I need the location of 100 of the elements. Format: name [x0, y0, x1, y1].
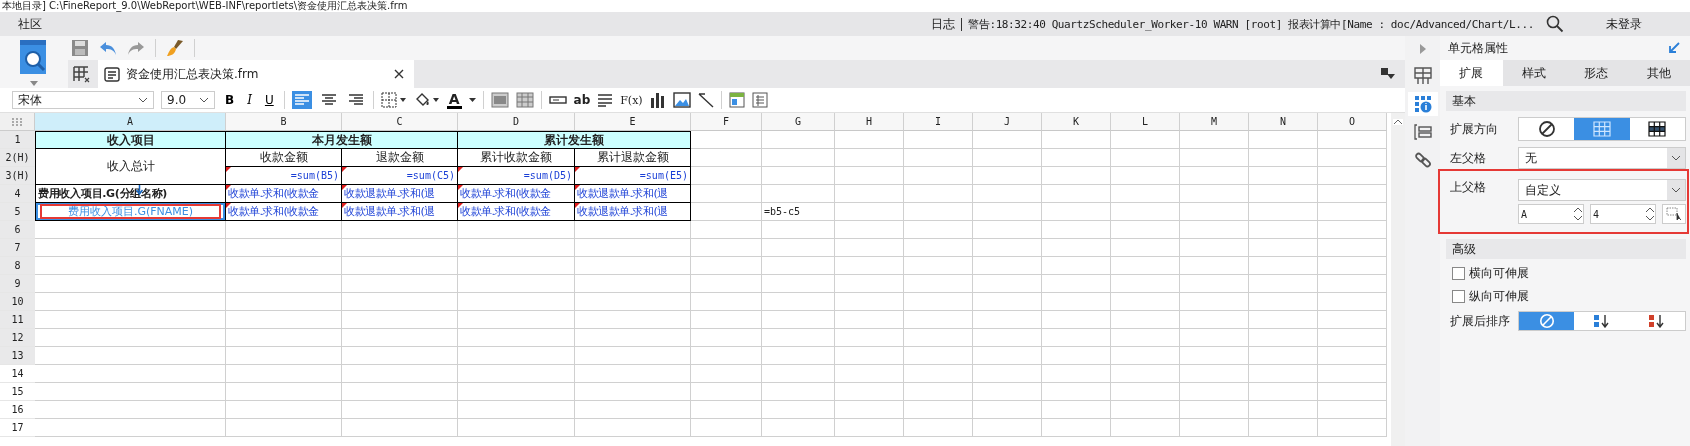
empty-cell	[1042, 149, 1111, 167]
sort-none-button[interactable]	[1519, 312, 1575, 330]
panel-tab[interactable]: 样式	[1502, 60, 1565, 86]
checkbox-label[interactable]: 纵向可伸展	[1469, 288, 1529, 305]
cell-attributes-tab[interactable]	[1407, 92, 1438, 116]
formula-button[interactable]: F(x)	[620, 93, 643, 107]
checkbox-label[interactable]: 横向可伸展	[1469, 265, 1529, 282]
expand-direction-control[interactable]	[1518, 117, 1686, 141]
column-header[interactable]: B	[226, 113, 342, 131]
left-parent-select[interactable]: 无	[1518, 147, 1686, 169]
section-header[interactable]: 高级	[1446, 239, 1686, 259]
empty-cell	[835, 149, 904, 167]
bar-chart-icon[interactable]	[649, 92, 666, 108]
column-header[interactable]: F	[691, 113, 762, 131]
row-header[interactable]: 13	[0, 347, 35, 365]
pin-dropdown-icon[interactable]	[1381, 68, 1395, 80]
redo-icon[interactable]	[127, 40, 145, 56]
scroll-bar[interactable]	[1391, 113, 1405, 446]
bold-button[interactable]: B	[222, 91, 238, 109]
row-header[interactable]: 7	[0, 239, 35, 257]
column-spinner[interactable]: A	[1518, 204, 1584, 224]
text-field-icon[interactable]	[548, 95, 567, 105]
column-header[interactable]: I	[904, 113, 973, 131]
search-icon[interactable]	[1546, 15, 1564, 33]
empty-cell	[835, 131, 904, 149]
row-header[interactable]: 12	[0, 329, 35, 347]
login-link[interactable]: 未登录	[1606, 15, 1642, 33]
spinner-arrows-icon[interactable]	[1645, 206, 1655, 222]
empty-cell	[973, 239, 1042, 257]
form-icon[interactable]	[728, 92, 745, 108]
align-left-button[interactable]	[291, 91, 312, 109]
brush-icon[interactable]	[166, 39, 184, 57]
font-size-select[interactable]: 9.0	[161, 91, 215, 109]
font-select[interactable]: 宋体	[12, 91, 154, 109]
row-header[interactable]: 2(H)	[0, 149, 35, 167]
field-label: 扩展方向	[1450, 120, 1499, 138]
column-header[interactable]: E	[575, 113, 691, 131]
panel-tab[interactable]: 扩展	[1440, 60, 1503, 86]
column-header[interactable]: H	[835, 113, 904, 131]
underline-button[interactable]: U	[261, 91, 277, 109]
empty-cell	[1249, 221, 1318, 239]
file-tab[interactable]: 资金使用汇总表决策.frm	[98, 60, 414, 88]
checkbox[interactable]	[1452, 267, 1465, 280]
row-header[interactable]: 3(H)	[0, 167, 35, 185]
row-header[interactable]: 10	[0, 293, 35, 311]
section-header[interactable]: 基本	[1446, 91, 1686, 111]
arrow-down-left-icon[interactable]	[1668, 42, 1680, 54]
row-header[interactable]: 11	[0, 311, 35, 329]
log-link[interactable]: 日志	[931, 15, 956, 33]
row-header[interactable]: 6	[0, 221, 35, 239]
merge-cells-icon[interactable]	[490, 92, 509, 108]
column-header[interactable]: O	[1318, 113, 1387, 131]
sort-order-control[interactable]	[1518, 311, 1686, 331]
paragraph-icon[interactable]	[597, 93, 614, 107]
row-header[interactable]: 1	[0, 131, 35, 149]
panel-tab[interactable]: 形态	[1565, 60, 1628, 86]
collapse-arrow-icon[interactable]	[1419, 44, 1426, 54]
column-header[interactable]: M	[1180, 113, 1249, 131]
column-header[interactable]: G	[762, 113, 835, 131]
title-cell: 收款金额	[226, 149, 342, 167]
row-spinner[interactable]: 4	[1590, 204, 1656, 224]
field-cell: 收款退款单.求和(退	[575, 203, 691, 221]
font-color-button[interactable]: A	[446, 91, 462, 109]
checkbox[interactable]	[1452, 290, 1465, 303]
scroll-up-icon[interactable]	[1393, 119, 1403, 125]
column-header[interactable]: D	[458, 113, 575, 131]
row-header[interactable]: 5	[0, 203, 35, 221]
close-icon[interactable]	[394, 69, 404, 79]
split-cells-icon[interactable]	[515, 92, 534, 108]
panel-tab[interactable]: 其他	[1627, 60, 1690, 86]
row-header[interactable]: 9	[0, 275, 35, 293]
empty-cell	[691, 239, 762, 257]
italic-button[interactable]: I	[244, 91, 255, 109]
spinner-arrows-icon[interactable]	[1573, 206, 1583, 222]
column-header[interactable]: J	[973, 113, 1042, 131]
column-header[interactable]: K	[1042, 113, 1111, 131]
save-icon[interactable]	[71, 39, 89, 57]
empty-cell	[1180, 329, 1249, 347]
image-icon[interactable]	[672, 92, 691, 108]
grid-row-icon	[1648, 121, 1667, 137]
caret-icon[interactable]	[468, 97, 476, 103]
chevron-down-icon	[1671, 155, 1681, 161]
empty-cell	[904, 167, 973, 185]
empty-cell	[1249, 383, 1318, 401]
undo-icon[interactable]	[99, 40, 117, 56]
column-header[interactable]: A	[35, 113, 226, 131]
grid-icon[interactable]	[72, 65, 90, 83]
dropdown-caret-icon[interactable]	[30, 81, 38, 86]
diagonal-line-icon[interactable]	[697, 92, 714, 108]
list-icon[interactable]	[751, 92, 768, 108]
menu-item[interactable]: 社区	[18, 15, 42, 33]
column-header[interactable]: L	[1111, 113, 1180, 131]
text-tool-button[interactable]: ab	[573, 93, 591, 107]
select-cell-button[interactable]	[1662, 204, 1686, 224]
border-icon[interactable]	[380, 92, 407, 108]
row-header[interactable]: 8	[0, 257, 35, 275]
column-header[interactable]: N	[1249, 113, 1318, 131]
top-parent-select[interactable]: 自定义	[1518, 179, 1686, 201]
row-header[interactable]: 4	[0, 185, 35, 203]
column-header[interactable]: C	[342, 113, 458, 131]
